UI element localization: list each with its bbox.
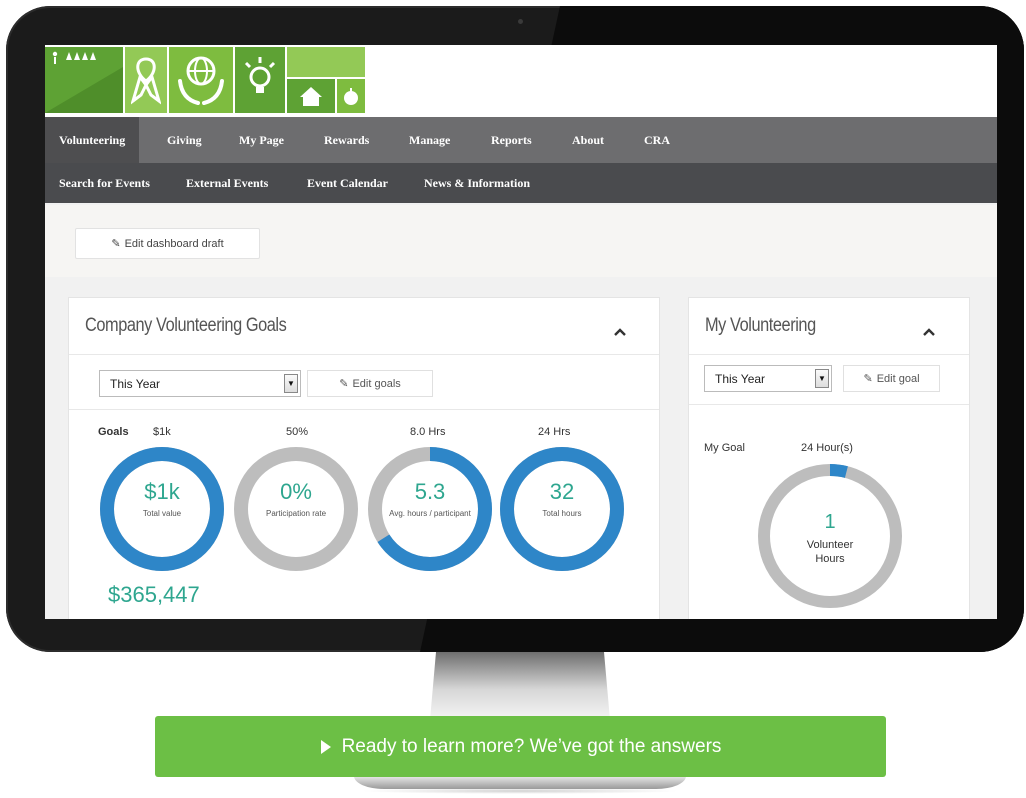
avg-hours-number: 5.3 bbox=[414, 479, 446, 504]
goal-total-hours: 24 Hrs bbox=[538, 426, 571, 438]
monitor-screen: Volunteering Giving My Page Rewards Mana… bbox=[45, 45, 997, 619]
subnav-event-calendar[interactable]: Event Calendar bbox=[307, 163, 388, 203]
panel-divider bbox=[689, 404, 969, 405]
nav-reports[interactable]: Reports bbox=[491, 117, 532, 163]
goal-total-value: $1k bbox=[153, 426, 171, 438]
apple-icon bbox=[337, 79, 365, 113]
subnav-external-events[interactable]: External Events bbox=[186, 163, 268, 203]
panel-divider bbox=[689, 354, 969, 355]
edit-goals-button[interactable]: ✎ Edit goals bbox=[307, 370, 433, 397]
collapse-chevron-up-icon[interactable] bbox=[614, 326, 626, 338]
total-hours-label: Total hours bbox=[542, 509, 582, 518]
monitor-camera bbox=[518, 19, 523, 24]
edit-dashboard-draft-label: Edit dashboard draft bbox=[124, 237, 224, 250]
nav-my-page[interactable]: My Page bbox=[239, 117, 284, 163]
participation-label: Participation rate bbox=[265, 509, 327, 518]
nav-about[interactable]: About bbox=[572, 117, 604, 163]
collapse-chevron-up-icon[interactable] bbox=[923, 326, 935, 338]
nav-giving[interactable]: Giving bbox=[167, 117, 202, 163]
my-volunteering-title: My Volunteering bbox=[705, 315, 816, 336]
company-goals-title: Company Volunteering Goals bbox=[85, 315, 287, 336]
monitor-base bbox=[354, 776, 686, 789]
total-value-number: $1k bbox=[144, 479, 180, 504]
company-period-value: This Year bbox=[110, 376, 161, 391]
learn-more-button[interactable]: Ready to learn more? We’ve got the answe… bbox=[155, 716, 886, 777]
nav-cra[interactable]: CRA bbox=[644, 117, 670, 163]
hiking-trees-icon bbox=[45, 47, 123, 113]
dropdown-arrow-icon: ▼ bbox=[284, 374, 298, 393]
participation-number: 0% bbox=[280, 479, 312, 504]
nav-volunteering[interactable]: Volunteering bbox=[45, 117, 140, 163]
goal-avg-hours: 8.0 Hrs bbox=[410, 426, 446, 438]
my-hours-ring: 1 Volunteer Hours bbox=[757, 463, 903, 609]
subnav-search-events[interactable]: Search for Events bbox=[59, 163, 150, 203]
total-value-label: Total value bbox=[142, 509, 182, 518]
avg-hours-label: Avg. hours / participant bbox=[389, 509, 471, 518]
house-icon bbox=[287, 79, 335, 113]
ribbon-icon bbox=[125, 47, 167, 113]
nav-rewards[interactable]: Rewards bbox=[324, 117, 369, 163]
goal-participation: 50% bbox=[286, 426, 309, 438]
lightbulb-icon bbox=[235, 47, 285, 113]
pencil-icon: ✎ bbox=[339, 378, 349, 390]
participation-ring: 0% Participation rate bbox=[233, 446, 359, 572]
header-banner bbox=[45, 45, 997, 117]
panel-divider bbox=[69, 354, 659, 355]
secondary-nav: Search for Events External Events Event … bbox=[45, 163, 997, 203]
edit-goals-label: Edit goals bbox=[352, 377, 401, 390]
nav-manage[interactable]: Manage bbox=[409, 117, 450, 163]
total-value-ring: $1k Total value bbox=[99, 446, 225, 572]
my-volunteering-panel: My Volunteering This Year ▼ ✎ Edit goal … bbox=[688, 297, 970, 619]
pattern-tile bbox=[287, 47, 365, 77]
primary-nav: Volunteering Giving My Page Rewards Mana… bbox=[45, 117, 997, 163]
my-hours-caption: Volunteer Hours bbox=[757, 538, 903, 566]
my-goal-value: 24 Hour(s) bbox=[801, 442, 853, 454]
company-period-select[interactable]: This Year ▼ bbox=[99, 370, 301, 397]
pencil-icon: ✎ bbox=[863, 373, 873, 385]
monitor-stand bbox=[430, 652, 610, 720]
dropdown-arrow-icon: ▼ bbox=[815, 369, 829, 388]
total-amount: $365,447 bbox=[108, 582, 200, 607]
arrow-right-icon bbox=[320, 739, 331, 754]
edit-dashboard-draft-button[interactable]: ✎ Edit dashboard draft bbox=[75, 228, 260, 259]
my-hours-number: 1 bbox=[824, 511, 836, 533]
goals-heading: Goals bbox=[98, 426, 129, 438]
total-hours-ring: 32 Total hours bbox=[499, 446, 625, 572]
avg-hours-ring: 5.3 Avg. hours / participant bbox=[367, 446, 493, 572]
my-period-select[interactable]: This Year ▼ bbox=[704, 365, 832, 392]
ring-track bbox=[758, 464, 902, 608]
my-hours-label-line2: Hours bbox=[815, 553, 845, 565]
panel-divider bbox=[69, 409, 659, 410]
globe-hands-icon bbox=[169, 47, 233, 113]
subnav-news-information[interactable]: News & Information bbox=[424, 163, 530, 203]
edit-goal-label: Edit goal bbox=[876, 372, 920, 385]
learn-more-label: Ready to learn more? We’ve got the answe… bbox=[341, 735, 722, 757]
edit-goal-button[interactable]: ✎ Edit goal bbox=[843, 365, 940, 392]
company-goals-panel: Company Volunteering Goals This Year ▼ ✎… bbox=[68, 297, 660, 619]
total-hours-number: 32 bbox=[549, 479, 575, 504]
my-goal-label: My Goal bbox=[704, 442, 745, 454]
my-hours-label-line1: Volunteer bbox=[806, 539, 854, 551]
my-period-value: This Year bbox=[715, 371, 766, 386]
pencil-icon: ✎ bbox=[111, 238, 121, 250]
